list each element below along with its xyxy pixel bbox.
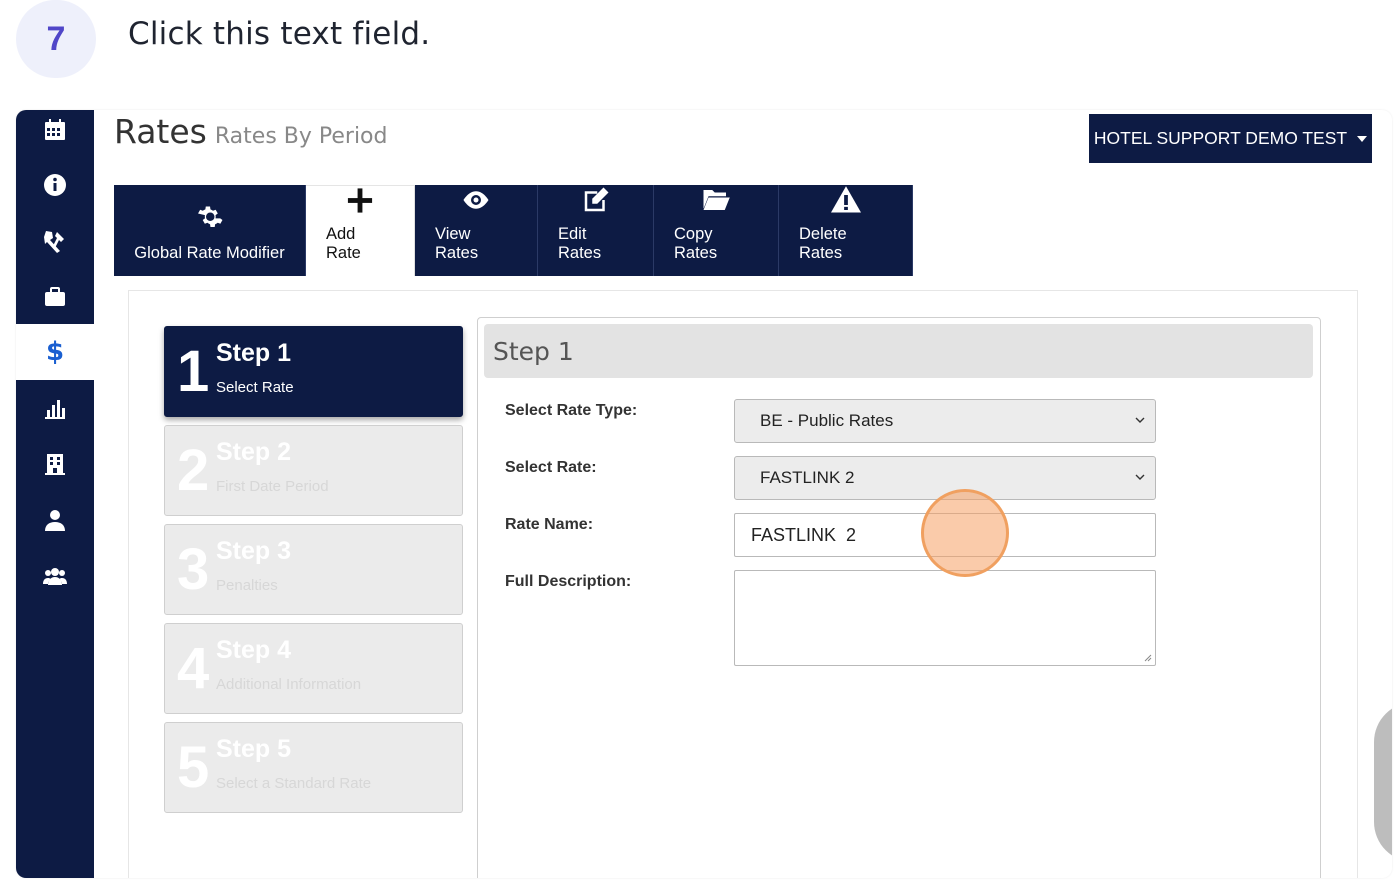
main-content: Rates Rates By Period HOTEL SUPPORT DEMO… <box>94 110 1392 878</box>
dollar-label: $ <box>45 337 65 367</box>
rate-type-select[interactable]: BE - Public Rates <box>734 399 1156 443</box>
calendar-icon[interactable] <box>16 110 94 158</box>
step-subtitle: Select Rate <box>216 379 294 396</box>
step-subtitle: Penalties <box>216 577 278 594</box>
full-description-textarea[interactable] <box>734 570 1156 666</box>
page-title: Rates <box>114 112 207 151</box>
folder-open-icon <box>703 190 730 210</box>
wizard-step-4[interactable]: 4 Step 4 Additional Information <box>164 623 463 714</box>
tab-label: View Rates <box>435 225 479 262</box>
step-number: 5 <box>177 735 210 800</box>
sidebar: $ <box>16 110 94 878</box>
app-screenshot: $ Rates Rates By Period HOTEL SUPPORT DE… <box>16 110 1392 878</box>
users-icon[interactable] <box>16 548 94 604</box>
step-number: 4 <box>177 636 210 701</box>
building-icon[interactable] <box>16 436 94 492</box>
step-number: 1 <box>177 339 210 404</box>
step-form: Step 1 Select Rate Type: BE - Public Rat… <box>477 317 1321 878</box>
step-title: Step 2 <box>216 438 292 466</box>
user-icon[interactable] <box>16 492 94 548</box>
form-heading: Step 1 <box>484 324 1313 378</box>
briefcase-icon[interactable] <box>16 269 94 325</box>
rate-name-label: Rate Name: <box>505 516 594 533</box>
tab-label: Add Rate <box>326 225 361 262</box>
rate-type-label: Select Rate Type: <box>505 402 638 419</box>
step-title: Step 5 <box>216 735 292 763</box>
wizard-step-1[interactable]: 1 Step 1 Select Rate <box>164 326 463 417</box>
info-icon[interactable] <box>16 157 94 213</box>
tab-delete-rates[interactable]: Delete Rates <box>779 185 913 276</box>
tab-label: Delete Rates <box>799 225 847 262</box>
instruction-text: Click this text field. <box>128 16 431 52</box>
resize-handle-icon[interactable] <box>1142 652 1152 662</box>
click-indicator <box>921 489 1009 577</box>
caret-down-icon <box>1357 135 1368 142</box>
chevron-down-icon <box>1135 417 1145 423</box>
wizard-step-3[interactable]: 3 Step 3 Penalties <box>164 524 463 615</box>
tab-copy-rates[interactable]: Copy Rates <box>654 185 779 276</box>
rate-tabs: Global Rate Modifier Add Rate View Rates… <box>114 185 913 276</box>
tab-view-rates[interactable]: View Rates <box>415 185 538 276</box>
full-description-label: Full Description: <box>505 573 632 590</box>
tab-global-rate-modifier[interactable]: Global Rate Modifier <box>114 185 306 276</box>
tools-icon[interactable] <box>16 213 94 269</box>
step-number: 3 <box>177 537 210 602</box>
step-number-badge: 7 <box>16 0 96 78</box>
hotel-selector-button[interactable]: HOTEL SUPPORT DEMO TEST <box>1089 114 1372 163</box>
step-subtitle: Additional Information <box>216 676 362 693</box>
rate-label: Select Rate: <box>505 459 597 476</box>
chevron-down-icon <box>1135 474 1145 480</box>
wizard-step-5[interactable]: 5 Step 5 Select a Standard Rate <box>164 722 463 813</box>
tab-label: Copy Rates <box>674 225 718 262</box>
page-header: Rates Rates By Period <box>114 112 387 151</box>
eye-icon <box>463 191 489 209</box>
rate-type-value: BE - Public Rates <box>760 411 894 430</box>
page-subtitle: Rates By Period <box>214 124 388 149</box>
step-title: Step 3 <box>216 537 292 565</box>
step-number: 2 <box>177 438 210 503</box>
wizard-step-2[interactable]: 2 Step 2 First Date Period <box>164 425 463 516</box>
step-subtitle: First Date Period <box>216 478 329 495</box>
tab-label: Global Rate Modifier <box>134 244 285 262</box>
bar-chart-icon[interactable] <box>16 380 94 436</box>
tab-edit-rates[interactable]: Edit Rates <box>538 185 654 276</box>
edit-icon <box>584 187 608 212</box>
step-title: Step 1 <box>216 339 292 367</box>
step-subtitle: Select a Standard Rate <box>216 775 372 792</box>
plus-icon <box>347 188 373 213</box>
dollar-icon[interactable]: $ <box>16 324 94 380</box>
tab-label: Edit Rates <box>558 225 602 262</box>
hotel-selector-label: HOTEL SUPPORT DEMO TEST <box>1093 128 1348 148</box>
tab-add-rate[interactable]: Add Rate <box>306 185 415 276</box>
rate-value: FASTLINK 2 <box>760 468 855 487</box>
step-number: 7 <box>46 19 66 58</box>
page: 7 Click this text field. $ Rates Rates B… <box>0 0 1400 894</box>
gear-icon <box>197 206 222 227</box>
zoom-controls <box>1374 702 1392 862</box>
warning-icon <box>830 186 861 213</box>
step-title: Step 4 <box>216 636 292 664</box>
